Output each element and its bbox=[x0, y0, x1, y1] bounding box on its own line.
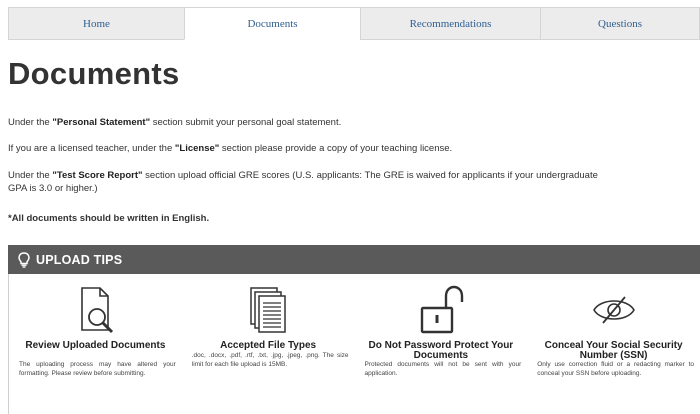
tab-home[interactable]: Home bbox=[8, 7, 184, 40]
instruction-personal-statement: Under the "Personal Statement" section s… bbox=[8, 117, 342, 128]
tip-title: Review Uploaded Documents bbox=[25, 340, 166, 351]
english-note: *All documents should be written in Engl… bbox=[8, 213, 210, 224]
upload-tips-list: Review Uploaded Documents The uploading … bbox=[8, 274, 700, 414]
tip-text: The uploading process may have altered y… bbox=[19, 361, 176, 377]
tip-file-types: Accepted File Types .doc, .docx, .pdf, .… bbox=[182, 274, 355, 414]
tip-no-password: Do Not Password Protect Your Documents P… bbox=[355, 274, 528, 414]
instruction-license: If you are a licensed teacher, under the… bbox=[8, 143, 453, 154]
tip-title: Do Not Password Protect Your Documents bbox=[368, 340, 514, 361]
tab-questions[interactable]: Questions bbox=[540, 7, 700, 40]
tip-text: .doc, .docx, .pdf, .rtf, .txt, .jpg, .jp… bbox=[191, 352, 349, 368]
lightbulb-icon bbox=[18, 251, 30, 268]
tip-title: Accepted File Types bbox=[220, 340, 317, 351]
instruction-test-score: Under the "Test Score Report" section up… bbox=[8, 170, 598, 194]
stacked-documents-icon bbox=[250, 287, 286, 333]
upload-tips-heading: UPLOAD TIPS bbox=[36, 252, 123, 267]
tip-title: Conceal Your Social Security Number (SSN… bbox=[544, 340, 683, 361]
eye-slash-icon bbox=[592, 296, 635, 324]
tip-text: Only use correction fluid or a redacting… bbox=[537, 361, 694, 377]
tip-conceal-ssn: Conceal Your Social Security Number (SSN… bbox=[527, 274, 700, 414]
tip-text: Protected documents will not be sent wit… bbox=[364, 361, 522, 377]
tab-documents[interactable]: Documents bbox=[184, 7, 360, 40]
tip-review-documents: Review Uploaded Documents The uploading … bbox=[9, 274, 182, 414]
tab-recommendations[interactable]: Recommendations bbox=[360, 7, 540, 40]
upload-tips-banner: UPLOAD TIPS bbox=[8, 245, 700, 274]
unlocked-padlock-icon bbox=[420, 285, 464, 334]
page-title: Documents bbox=[8, 56, 180, 91]
top-nav-tabs: Home Documents Recommendations Questions bbox=[8, 7, 700, 40]
document-magnifier-icon bbox=[81, 287, 114, 334]
